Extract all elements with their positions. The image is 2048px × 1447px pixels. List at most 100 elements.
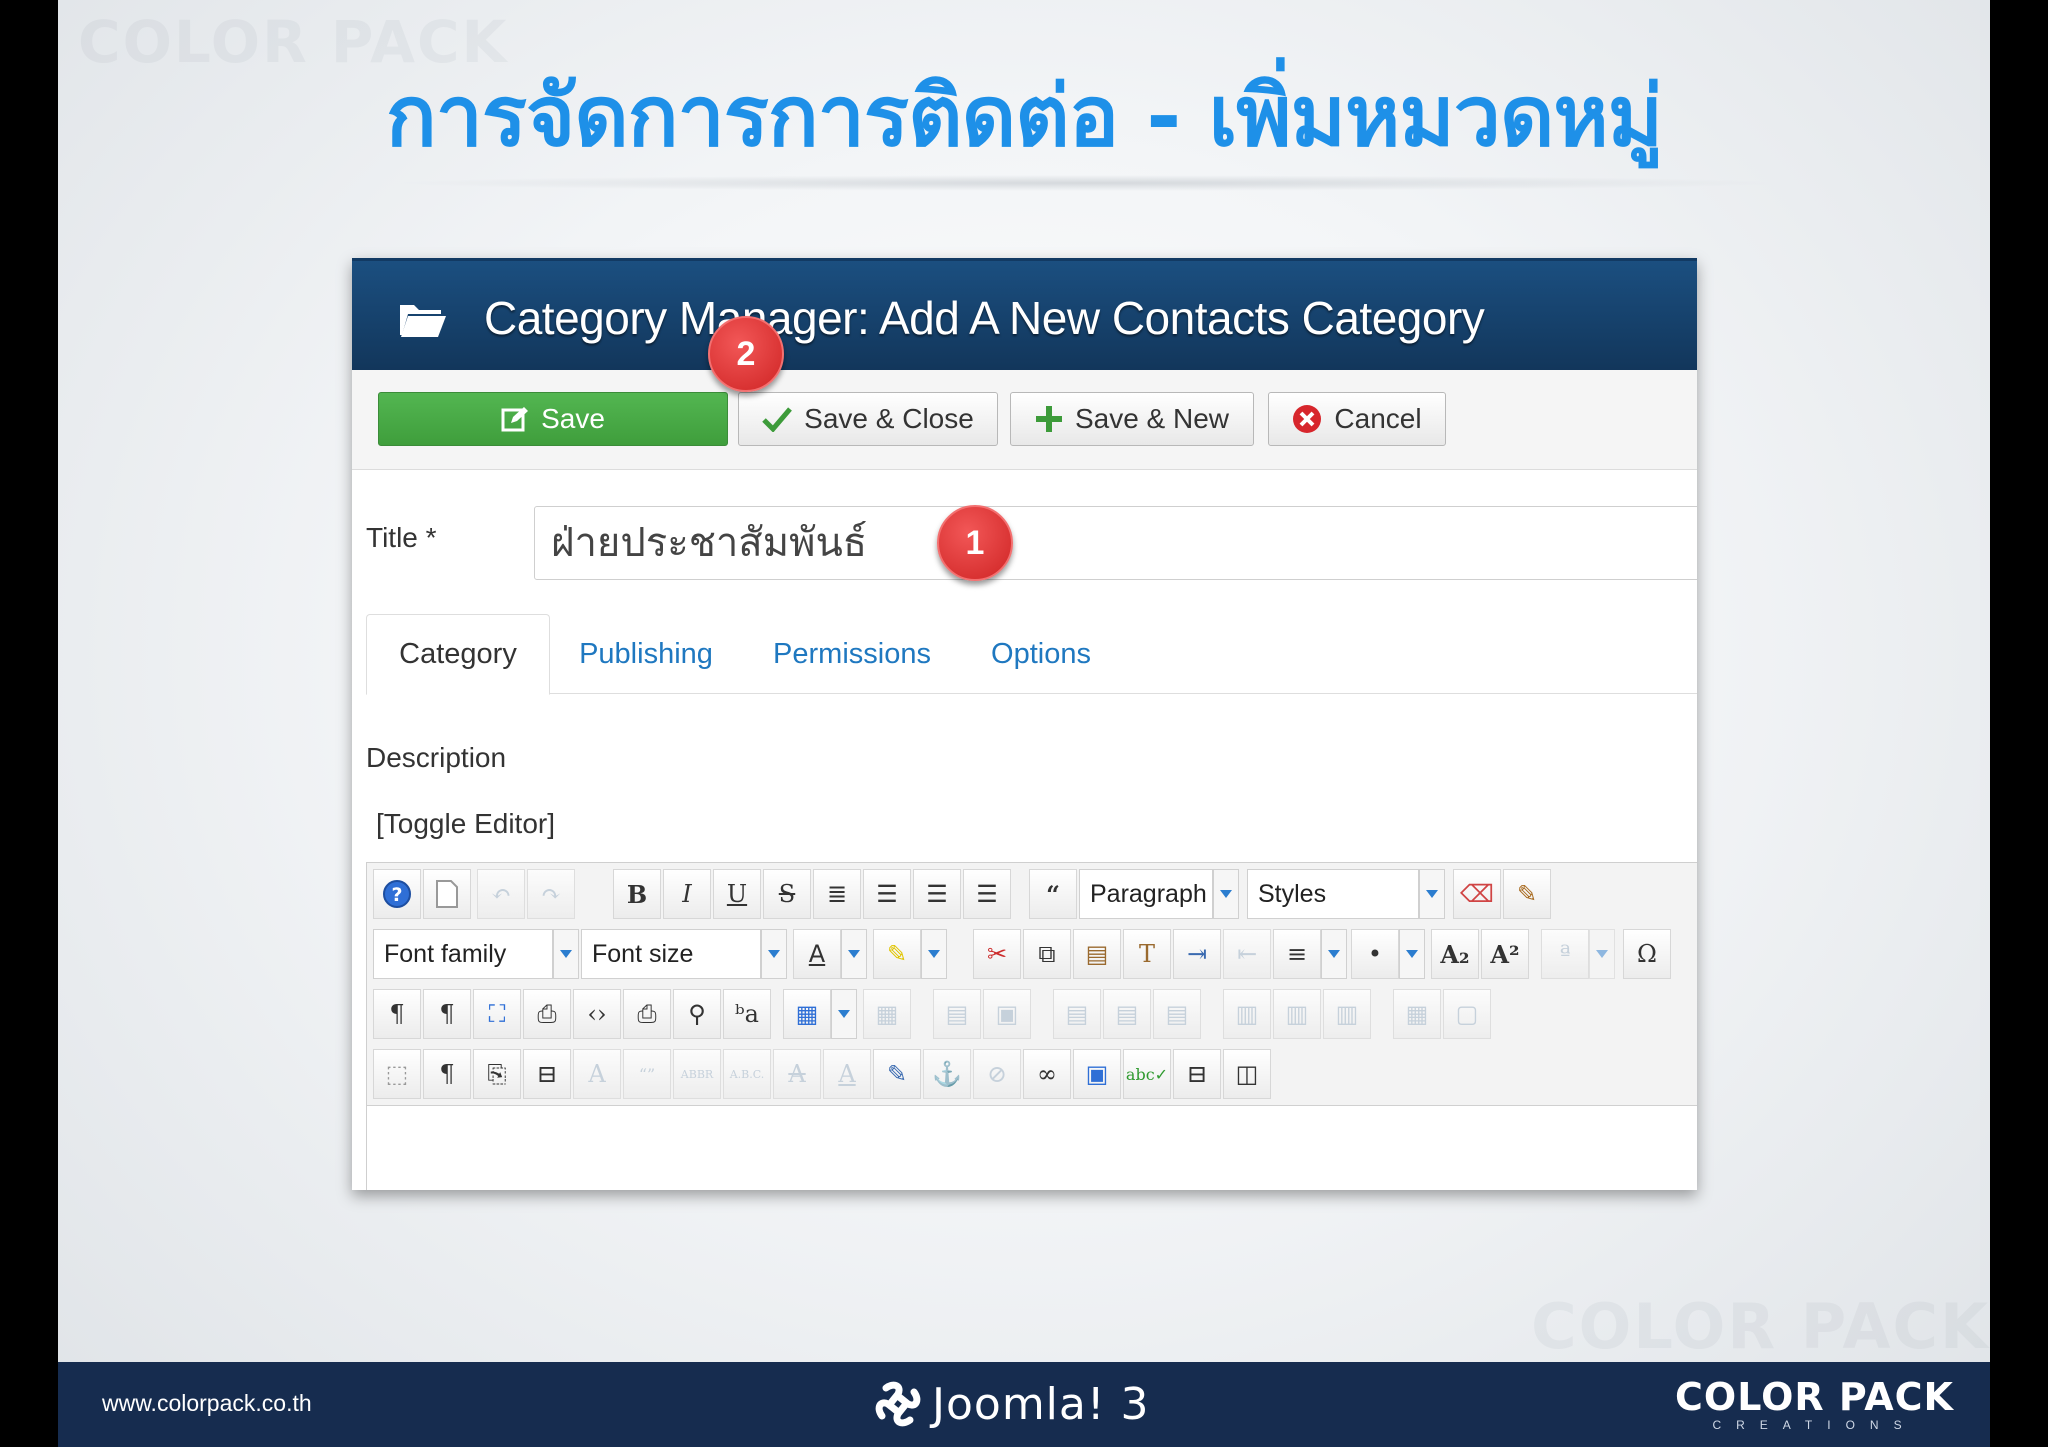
undo-icon[interactable]: ↶ [477,869,525,919]
template-icon[interactable]: ⎘ [473,1049,521,1099]
html-source-icon[interactable]: ‹› [573,989,621,1039]
bold-icon[interactable]: B [613,869,661,919]
subscript-icon[interactable]: A₂ [1431,929,1479,979]
print-icon[interactable]: ⎙ [623,989,671,1039]
find-icon[interactable]: ⚲ [673,989,721,1039]
table-dropdown-arrow-icon[interactable] [831,989,857,1039]
insertion-icon[interactable]: A [823,1049,871,1099]
eraser-icon[interactable]: ⌫ [1453,869,1501,919]
insert-table-icon[interactable]: ▦ [783,989,831,1039]
tab-publishing[interactable]: Publishing [562,614,730,694]
editor-content-area[interactable] [367,1105,1697,1190]
tab-category[interactable]: Category [366,614,550,695]
joomla-screenshot-panel: Category Manager: Add A New Contacts Cat… [352,258,1697,1190]
highlight-color-icon[interactable]: ✎ [873,929,921,979]
form-tabs: Category Publishing Permissions Options [366,614,1697,695]
acronym-icon[interactable]: A.B.C. [723,1049,771,1099]
fullscreen-icon[interactable]: ⛶ [473,989,521,1039]
layer-icon[interactable]: ◫ [1223,1049,1271,1099]
paste-icon[interactable]: ▤ [1073,929,1121,979]
row-props-icon[interactable]: ▤ [933,989,981,1039]
style-props-icon[interactable]: A [573,1049,621,1099]
font-size-select[interactable]: Font size [581,929,761,979]
align-justify-icon[interactable]: ≣ [813,869,861,919]
spellcheck-icon[interactable]: abc✓ [1123,1049,1171,1099]
font-family-dropdown-arrow-icon[interactable] [553,929,579,979]
text-color-dropdown-arrow-icon[interactable] [841,929,867,979]
cancel-button[interactable]: Cancel [1268,392,1446,446]
find-replace-icon[interactable]: ᵇa [723,989,771,1039]
paste-text-icon[interactable]: T [1123,929,1171,979]
font-family-select[interactable]: Font family [373,929,553,979]
numbered-list-icon[interactable]: ≡ [1273,929,1321,979]
delete-col-icon[interactable]: ▥ [1323,989,1371,1039]
strikethrough-icon[interactable]: S [763,869,811,919]
cleanup-broom-icon[interactable]: ✎ [1503,869,1551,919]
copy-icon[interactable]: ⧉ [1023,929,1071,979]
help-icon[interactable]: ? [373,869,421,919]
superscript-icon[interactable]: A² [1481,929,1529,979]
bullet-list-dropdown-arrow-icon[interactable] [1399,929,1425,979]
toggle-editor-link[interactable]: [Toggle Editor] [376,808,555,840]
cite-icon[interactable]: “” [623,1049,671,1099]
cell-props-icon[interactable]: ▣ [983,989,1031,1039]
align-left-icon[interactable]: ☰ [913,869,961,919]
insert-col-before-icon[interactable]: ▥ [1223,989,1271,1039]
show-blocks-icon[interactable]: ¶ [423,1049,471,1099]
text-direction-icon[interactable]: ª [1541,929,1589,979]
preview-icon[interactable]: ⎙ [523,989,571,1039]
rtl-icon[interactable]: ¶ [423,989,471,1039]
format-select[interactable]: Paragraph [1079,869,1213,919]
edit-attributes-icon[interactable]: ✎ [873,1049,921,1099]
highlight-dropdown-arrow-icon[interactable] [921,929,947,979]
underline-icon[interactable]: U [713,869,761,919]
insert-col-after-icon[interactable]: ▥ [1273,989,1321,1039]
text-color-icon[interactable]: A [793,929,841,979]
bullet-list-icon[interactable]: • [1351,929,1399,979]
tab-permissions[interactable]: Permissions [756,614,948,694]
font-size-dropdown-arrow-icon[interactable] [761,929,787,979]
save-new-button[interactable]: Save & New [1010,392,1254,446]
delete-row-icon[interactable]: ▤ [1153,989,1201,1039]
ltr-icon[interactable]: ¶ [373,989,421,1039]
title-input[interactable]: ฝ่ายประชาสัมพันธ์ [534,506,1697,580]
colorpack-logo: COLOR PACK CREATIONS [1675,1378,1954,1432]
page-break-icon[interactable]: ⊟ [523,1049,571,1099]
horizontal-rule-icon[interactable]: ⊟ [1173,1049,1221,1099]
cancel-circle-icon [1293,405,1322,433]
delete-table-icon[interactable]: ▦ [863,989,911,1039]
indent-icon[interactable]: ⇥ [1173,929,1221,979]
abbreviation-icon[interactable]: ABBR [673,1049,721,1099]
title-shadow-divider [388,175,1788,191]
blockquote-icon[interactable]: “ [1029,869,1077,919]
insert-row-after-icon[interactable]: ▤ [1103,989,1151,1039]
merge-cells-icon[interactable]: ▢ [1443,989,1491,1039]
italic-icon[interactable]: I [663,869,711,919]
unlink-icon[interactable]: ⊘ [973,1049,1021,1099]
cut-icon[interactable]: ✂ [973,929,1021,979]
insert-row-before-icon[interactable]: ▤ [1053,989,1101,1039]
styles-dropdown-arrow-icon[interactable] [1419,869,1445,919]
align-right-icon[interactable]: ☰ [963,869,1011,919]
text-direction-dropdown-arrow-icon[interactable] [1589,929,1615,979]
anchor-icon[interactable]: ⚓ [923,1049,971,1099]
redo-icon[interactable]: ↷ [527,869,575,919]
numbered-list-dropdown-arrow-icon[interactable] [1321,929,1347,979]
save-button[interactable]: Save [378,392,728,446]
deletion-icon[interactable]: A [773,1049,821,1099]
visual-aid-icon[interactable]: ⬚ [373,1049,421,1099]
format-dropdown-arrow-icon[interactable] [1213,869,1239,919]
tab-options[interactable]: Options [972,614,1110,694]
align-center-icon[interactable]: ☰ [863,869,911,919]
special-character-icon[interactable]: Ω [1623,929,1671,979]
new-document-icon[interactable] [423,869,471,919]
slide-footer: www.colorpack.co.th Joomla! 3 COLOR PACK… [58,1362,1990,1447]
slide-title: การจัดการการติดต่อ - เพิ่มหมวดหมู่ [385,67,1663,165]
save-close-button[interactable]: Save & Close [738,392,998,446]
link-icon[interactable]: ∞ [1023,1049,1071,1099]
split-cells-icon[interactable]: ▦ [1393,989,1441,1039]
cancel-button-label: Cancel [1334,403,1422,434]
outdent-icon[interactable]: ⇤ [1223,929,1271,979]
insert-image-icon[interactable]: ▣ [1073,1049,1121,1099]
styles-select[interactable]: Styles [1247,869,1419,919]
